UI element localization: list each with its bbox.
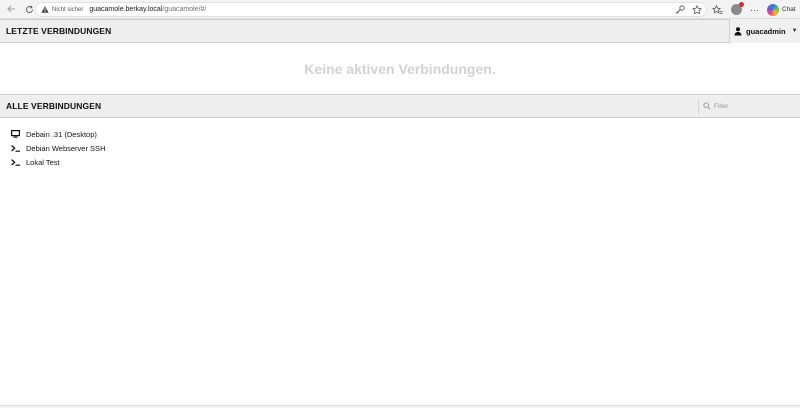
- url-path: /guacamole/#/: [162, 6, 207, 13]
- connection-list: Debain .31 (Desktop) Debian Webserver SS…: [11, 127, 105, 169]
- connection-item[interactable]: Lokal Test: [11, 155, 105, 169]
- key-icon[interactable]: [674, 4, 685, 15]
- terminal-icon: [11, 157, 21, 167]
- recent-connections-header: LETZTE VERBINDUNGEN guacadmin ▼: [0, 19, 800, 43]
- back-button[interactable]: [3, 1, 19, 17]
- recent-connections-title: LETZTE VERBINDUNGEN: [6, 26, 112, 36]
- connection-item[interactable]: Debian Webserver SSH: [11, 141, 105, 155]
- star-icon[interactable]: [691, 4, 702, 15]
- all-connections-title: ALLE VERBINDUNGEN: [6, 101, 102, 111]
- copilot-icon: [767, 3, 779, 16]
- reload-icon: [25, 5, 33, 13]
- search-icon: [703, 102, 711, 110]
- filter-input[interactable]: [714, 102, 794, 110]
- notification-dot: [739, 2, 744, 7]
- favorites-icon[interactable]: [712, 4, 723, 15]
- terminal-icon: [11, 143, 21, 153]
- copilot-chat-button[interactable]: Chat: [767, 3, 796, 16]
- chat-label: Chat: [782, 6, 796, 13]
- url-host: guacamole.berkay.local: [89, 6, 163, 13]
- all-connections-header: ALLE VERBINDUNGEN: [0, 94, 800, 118]
- profile-avatar[interactable]: [731, 2, 744, 15]
- desktop-icon: [11, 129, 21, 139]
- connection-label[interactable]: Lokal Test: [26, 158, 60, 167]
- connection-label[interactable]: Debain .31 (Desktop): [26, 130, 97, 139]
- not-secure-label[interactable]: Nicht sicher: [52, 7, 83, 13]
- chevron-down-icon: ▼: [791, 28, 798, 34]
- more-menu-button[interactable]: ···: [750, 5, 759, 15]
- address-bar[interactable]: Nicht sicher guacamole.berkay.local/guac…: [35, 2, 707, 17]
- connection-item[interactable]: Debain .31 (Desktop): [11, 127, 105, 141]
- recent-connections-empty-area: Keine aktiven Verbindungen.: [0, 43, 800, 94]
- browser-toolbar: Nicht sicher guacamole.berkay.local/guac…: [0, 0, 800, 19]
- user-icon: [734, 26, 742, 36]
- no-active-connections-message: Keine aktiven Verbindungen.: [304, 60, 496, 77]
- back-arrow-icon: [6, 5, 15, 13]
- user-name: guacadmin: [746, 26, 786, 36]
- filter-box[interactable]: [698, 98, 800, 114]
- user-menu-button[interactable]: guacadmin ▼: [729, 19, 800, 43]
- connection-label[interactable]: Debian Webserver SSH: [26, 144, 105, 153]
- warning-triangle-icon: [41, 6, 49, 13]
